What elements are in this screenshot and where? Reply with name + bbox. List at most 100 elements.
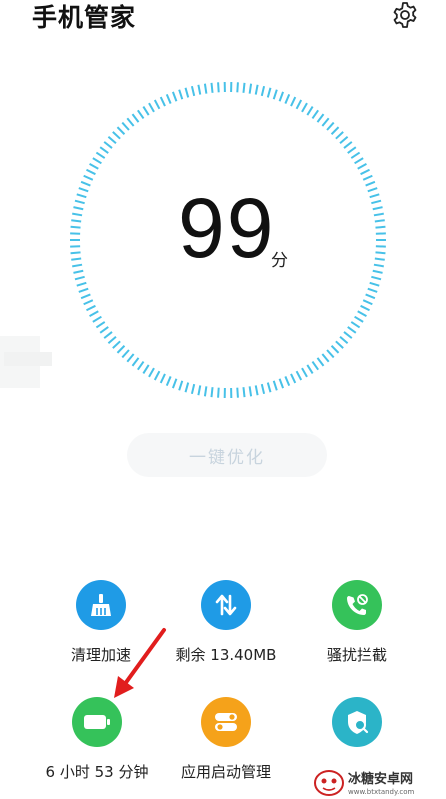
ring-tick [142,106,150,116]
ring-tick [339,335,349,344]
launch-icon-circle [201,697,251,747]
ring-tick [73,269,84,274]
ring-tick [335,340,344,349]
ring-tick [347,326,357,334]
ring-tick [203,386,208,397]
ring-tick [137,360,145,371]
ring-tick [107,335,117,344]
ring-tick [70,251,81,255]
ring-tick [371,199,382,205]
ring-tick [126,353,135,363]
ring-tick [311,109,319,120]
ring-tick [99,146,109,154]
ring-tick [369,193,380,199]
app-launch-item[interactable]: 应用启动管理 [156,697,296,782]
data-usage-item[interactable]: 剩余 13.40MB [156,580,296,665]
ring-tick [203,83,208,94]
ring-tick [165,376,172,387]
ring-tick [121,121,130,131]
ring-tick [71,219,82,223]
ring-tick [373,212,384,217]
ring-tick [89,310,99,317]
ring-tick [184,87,190,98]
ring-tick [171,378,178,389]
ring-tick [272,380,278,391]
feature-label: 应用启动管理 [180,763,271,781]
ring-tick [76,281,87,287]
score-value: 99 [178,181,276,275]
ring-tick [343,141,353,149]
ring-tick [372,206,383,211]
ring-tick [80,293,91,300]
ring-tick [210,82,214,93]
ring-tick [330,345,340,354]
virus-scan-item[interactable] [287,697,427,761]
settings-button[interactable] [391,1,419,29]
ring-tick [103,141,113,149]
ring-tick [284,376,291,387]
ring-tick [148,102,155,113]
ring-tick [72,263,83,268]
ring-tick [242,387,246,398]
ring-tick [350,321,361,329]
ring-tick [360,168,370,176]
ring-tick [184,382,190,393]
ring-tick [306,106,314,116]
ring-tick [190,85,196,97]
ring-tick [116,345,126,354]
ring-tick [197,84,202,95]
watermark-logo-icon [314,770,344,796]
ring-tick [339,136,349,145]
ring-tick [266,382,272,393]
ring-tick [71,257,82,261]
one-key-optimize-button[interactable]: 一键优化 [127,433,327,477]
ring-tick [284,93,291,104]
ring-tick [372,269,383,274]
ring-tick [367,187,378,193]
ring-tick [86,168,96,176]
ring-tick [83,174,94,181]
ring-tick [295,99,303,110]
ring-tick [373,263,384,268]
ring-tick [153,370,161,381]
shield-search-icon [348,711,369,734]
ring-tick [126,117,135,127]
battery-item[interactable]: 6 小时 53 分钟 [27,697,167,782]
score-unit: 分 [271,251,288,271]
watermark-name: 冰糖安卓网 [348,771,413,787]
ring-tick [374,219,385,223]
ring-tick [354,157,364,165]
ring-tick [306,364,314,374]
ring-tick [290,373,297,384]
ring-tick [76,193,87,199]
harassment-block-item[interactable]: 骚扰拦截 [287,580,427,665]
ring-tick [330,126,340,135]
ring-tick [153,99,161,110]
ring-tick [365,293,376,300]
data-icon-circle [201,580,251,630]
feature-label: 骚扰拦截 [326,646,387,664]
ring-tick [272,89,278,100]
ring-tick [70,225,81,229]
ring-tick [148,367,155,378]
ring-tick [326,121,335,131]
ring-tick [142,364,150,374]
ring-tick [316,357,325,367]
ring-tick [86,304,96,312]
ring-tick [178,89,184,100]
ring-tick [278,378,285,389]
ring-tick [74,199,85,205]
ring-tick [74,275,85,281]
ring-tick [301,102,308,113]
ring-tick [260,85,266,97]
ring-tick [121,349,130,359]
ring-tick [171,91,178,102]
ring-tick [217,387,220,398]
ring-tick [248,83,253,94]
toggle-icon [215,713,237,731]
ring-tick [357,163,367,170]
ring-tick [78,187,89,193]
clean-icon-circle [76,580,126,630]
ring-tick [78,287,89,293]
ring-tick [165,93,172,104]
